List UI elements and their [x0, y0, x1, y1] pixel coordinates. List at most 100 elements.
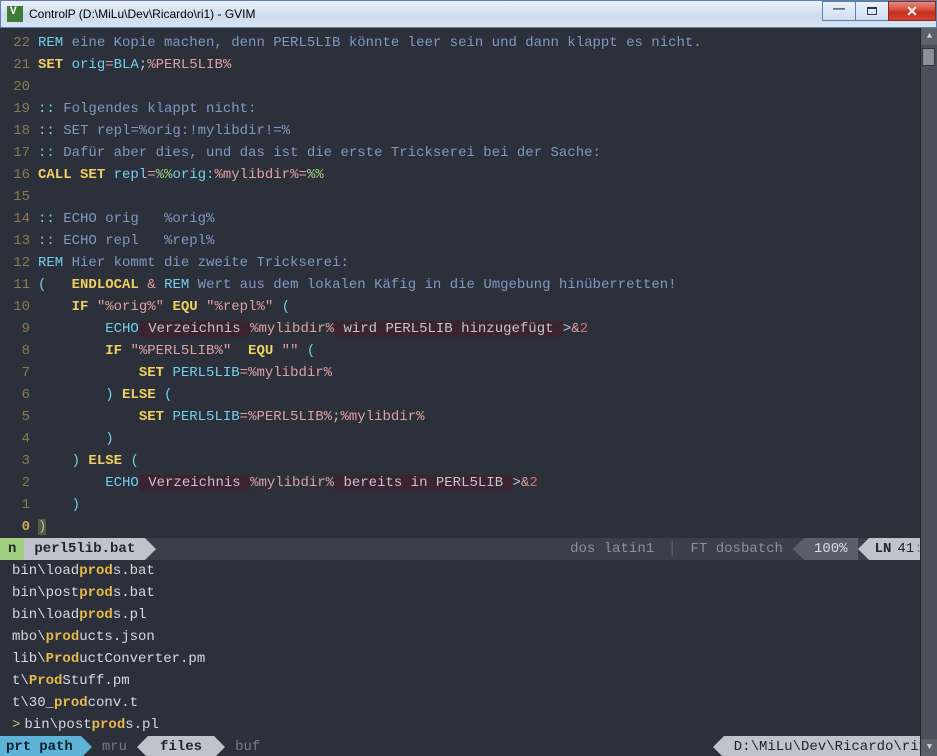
- line-number: 14: [0, 208, 38, 230]
- line-content[interactable]: :: SET repl=%orig:!mylibdir!=%: [38, 120, 937, 142]
- ctrlp-mode-path[interactable]: path: [37, 736, 81, 756]
- line-number: 15: [0, 186, 38, 208]
- line-content[interactable]: :: Folgendes klappt nicht:: [38, 98, 937, 120]
- line-content[interactable]: SET PERL5LIB=%mylibdir%: [38, 362, 937, 384]
- code-line[interactable]: 19:: Folgendes klappt nicht:: [0, 98, 937, 120]
- code-line[interactable]: 18:: SET repl=%orig:!mylibdir!=%: [0, 120, 937, 142]
- line-number: 22: [0, 32, 38, 54]
- app-icon: [7, 6, 23, 22]
- line-number: 1: [0, 494, 38, 516]
- code-line[interactable]: 1 ): [0, 494, 937, 516]
- code-line[interactable]: 11( ENDLOCAL & REM Wert aus dem lokalen …: [0, 274, 937, 296]
- status-line: n perl5lib.bat dos latin1 │ FT dosbatch …: [0, 538, 937, 560]
- ctrlp-modes-bar: prt path mru files buf D:\MiLu\Dev\Ricar…: [0, 736, 937, 756]
- code-line[interactable]: 6 ) ELSE (: [0, 384, 937, 406]
- ctrlp-mode-buf[interactable]: buf: [225, 739, 270, 755]
- window-titlebar: ControlP (D:\MiLu\Dev\Ricardo\ri1) - GVI…: [0, 0, 937, 28]
- line-content[interactable]: SET orig=BLA;%PERL5LIB%: [38, 54, 937, 76]
- window-close-button[interactable]: ✕: [888, 1, 936, 21]
- line-content[interactable]: ECHO Verzeichnis %mylibdir% bereits in P…: [38, 472, 937, 494]
- line-content[interactable]: SET PERL5LIB=%PERL5LIB%;%mylibdir%: [38, 406, 937, 428]
- line-number: 10: [0, 296, 38, 318]
- line-content[interactable]: ): [38, 428, 937, 450]
- code-line[interactable]: 14:: ECHO orig %orig%: [0, 208, 937, 230]
- code-line[interactable]: 16CALL SET repl=%%orig:%mylibdir%=%%: [0, 164, 937, 186]
- code-line[interactable]: 15: [0, 186, 937, 208]
- line-number: 6: [0, 384, 38, 406]
- mode-indicator: n: [0, 538, 24, 560]
- line-number: 12: [0, 252, 38, 274]
- line-number: 9: [0, 318, 38, 340]
- line-content[interactable]: IF "%PERL5LIB%" EQU "" (: [38, 340, 937, 362]
- line-number: 8: [0, 340, 38, 362]
- line-number: 20: [0, 76, 38, 98]
- line-content[interactable]: REM Hier kommt die zweite Trickserei:: [38, 252, 937, 274]
- ctrlp-cwd: D:\MiLu\Dev\Ricardo\ri1: [724, 736, 937, 756]
- percent-indicator: 100%: [804, 538, 858, 560]
- scroll-up-icon[interactable]: ▲: [921, 28, 937, 45]
- code-line[interactable]: 9 ECHO Verzeichnis %mylibdir% wird PERL5…: [0, 318, 937, 340]
- code-line[interactable]: 7 SET PERL5LIB=%mylibdir%: [0, 362, 937, 384]
- line-number: 0: [0, 516, 38, 538]
- ctrlp-result-item-selected[interactable]: >bin\postprods.pl: [12, 714, 937, 736]
- code-line[interactable]: 21SET orig=BLA;%PERL5LIB%: [0, 54, 937, 76]
- code-line[interactable]: 2 ECHO Verzeichnis %mylibdir% bereits in…: [0, 472, 937, 494]
- line-number: 13: [0, 230, 38, 252]
- ctrlp-result-item[interactable]: mbo\products.json: [12, 626, 937, 648]
- line-content[interactable]: :: Dafür aber dies, und das ist die erst…: [38, 142, 937, 164]
- line-content[interactable]: ECHO Verzeichnis %mylibdir% wird PERL5LI…: [38, 318, 937, 340]
- line-number: 2: [0, 472, 38, 494]
- line-content[interactable]: ) ELSE (: [38, 384, 937, 406]
- code-editor[interactable]: 22REM eine Kopie machen, denn PERL5LIB k…: [0, 28, 937, 538]
- window-maximize-button[interactable]: [855, 1, 889, 21]
- code-line[interactable]: 13:: ECHO repl %repl%: [0, 230, 937, 252]
- line-content[interactable]: ( ENDLOCAL & REM Wert aus dem lokalen Kä…: [38, 274, 937, 296]
- line-content[interactable]: IF "%orig%" EQU "%repl%" (: [38, 296, 937, 318]
- ctrlp-result-item[interactable]: bin\postprods.bat: [12, 582, 937, 604]
- code-line[interactable]: 4 ): [0, 428, 937, 450]
- code-line[interactable]: 0): [0, 516, 937, 538]
- code-line[interactable]: 3 ) ELSE (: [0, 450, 937, 472]
- code-line[interactable]: 17:: Dafür aber dies, und das ist die er…: [0, 142, 937, 164]
- line-number: 17: [0, 142, 38, 164]
- encoding-indicator: dos latin1: [560, 541, 664, 557]
- ctrlp-mode-files[interactable]: files: [148, 736, 214, 756]
- line-content[interactable]: CALL SET repl=%%orig:%mylibdir%=%%: [38, 164, 937, 186]
- line-content[interactable]: [38, 186, 937, 208]
- line-content[interactable]: REM eine Kopie machen, denn PERL5LIB kön…: [38, 32, 937, 54]
- vertical-scrollbar[interactable]: ▲ ▼: [920, 28, 937, 756]
- scroll-down-icon[interactable]: ▼: [921, 739, 937, 756]
- window-title: ControlP (D:\MiLu\Dev\Ricardo\ri1) - GVI…: [29, 7, 256, 21]
- ctrlp-mode-prt[interactable]: prt: [0, 736, 37, 756]
- scrollbar-thumb[interactable]: [922, 48, 935, 66]
- line-number: 3: [0, 450, 38, 472]
- line-number: 7: [0, 362, 38, 384]
- line-content[interactable]: :: ECHO repl %repl%: [38, 230, 937, 252]
- line-content[interactable]: [38, 76, 937, 98]
- ctrlp-result-item[interactable]: bin\loadprods.bat: [12, 560, 937, 582]
- code-line[interactable]: 8 IF "%PERL5LIB%" EQU "" (: [0, 340, 937, 362]
- line-content[interactable]: ) ELSE (: [38, 450, 937, 472]
- code-line[interactable]: 12REM Hier kommt die zweite Trickserei:: [0, 252, 937, 274]
- line-content[interactable]: :: ECHO orig %orig%: [38, 208, 937, 230]
- line-number: 16: [0, 164, 38, 186]
- code-line[interactable]: 22REM eine Kopie machen, denn PERL5LIB k…: [0, 32, 937, 54]
- ctrlp-result-item[interactable]: lib\ProductConverter.pm: [12, 648, 937, 670]
- ctrlp-result-item[interactable]: t\30_prodconv.t: [12, 692, 937, 714]
- line-content[interactable]: ): [38, 494, 937, 516]
- window-minimize-button[interactable]: —: [822, 1, 856, 21]
- line-number: 5: [0, 406, 38, 428]
- ctrlp-result-item[interactable]: t\ProdStuff.pm: [12, 670, 937, 692]
- filetype-indicator: FT dosbatch: [681, 541, 793, 557]
- line-number: 4: [0, 428, 38, 450]
- ctrlp-mode-mru[interactable]: mru: [92, 739, 137, 755]
- line-number: 21: [0, 54, 38, 76]
- filename-indicator: perl5lib.bat: [24, 538, 145, 560]
- line-number: 19: [0, 98, 38, 120]
- code-line[interactable]: 20: [0, 76, 937, 98]
- ctrlp-result-item[interactable]: bin\loadprods.pl: [12, 604, 937, 626]
- line-content[interactable]: ): [38, 516, 937, 538]
- code-line[interactable]: 5 SET PERL5LIB=%PERL5LIB%;%mylibdir%: [0, 406, 937, 428]
- ctrlp-results-list: bin\loadprods.batbin\postprods.batbin\lo…: [0, 560, 937, 736]
- code-line[interactable]: 10 IF "%orig%" EQU "%repl%" (: [0, 296, 937, 318]
